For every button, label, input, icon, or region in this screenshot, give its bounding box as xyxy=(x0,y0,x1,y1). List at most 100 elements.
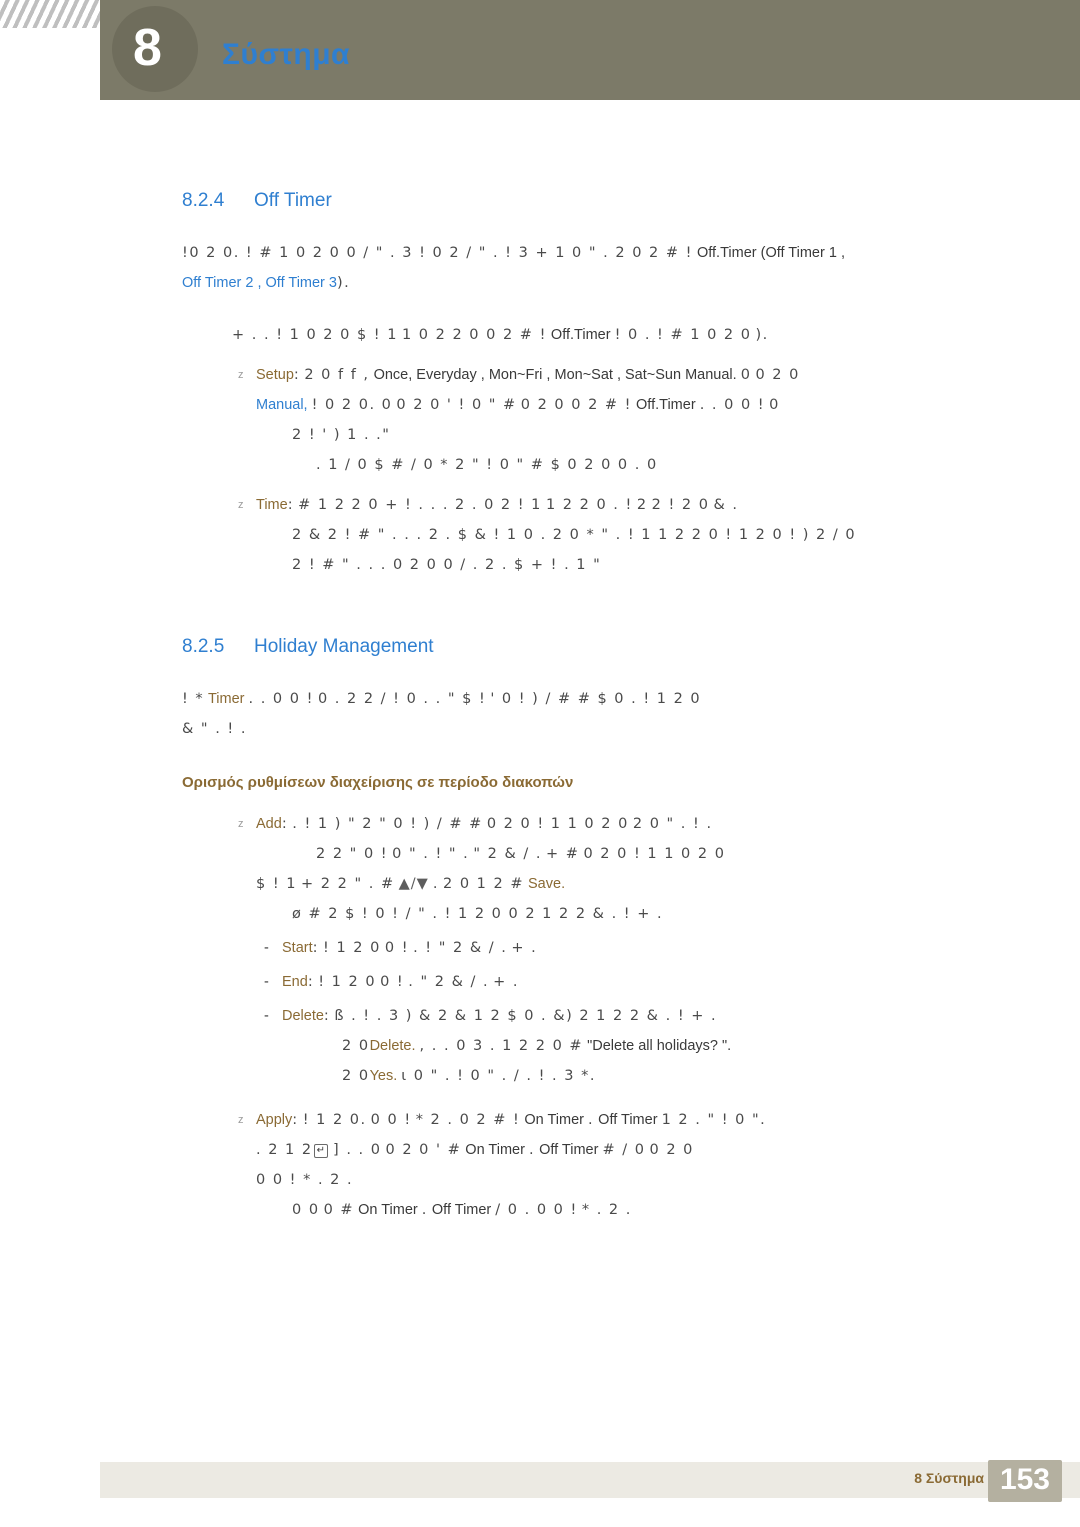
time-glyphs-d: 2 ! 2 0 xyxy=(651,497,710,513)
delete-keyword: Delete. xyxy=(369,1038,416,1054)
start-c: . ! " 2 & / . xyxy=(413,940,508,956)
setup-glyphs-a: 2 0 f f , xyxy=(304,367,370,383)
bullet-setup: z Setup: 2 0 f f , Once, Everyday , Mon~… xyxy=(232,360,1022,480)
apply-line1-a: ! 1 2 0. xyxy=(302,1112,367,1128)
start-d: + . xyxy=(511,940,538,956)
time-colon: : xyxy=(287,497,295,513)
apply-line1-b: 0 0 ! xyxy=(370,1112,412,1128)
apply-line4-d: / 0 . 0 0 ! xyxy=(495,1202,578,1218)
apply-off-timer-keyword-2: Off Timer xyxy=(539,1142,599,1158)
header-hatch-decoration xyxy=(0,0,100,28)
time-glyphs-c: 2 xyxy=(636,497,648,513)
apply-label: Apply xyxy=(256,1112,293,1128)
off-timer-para2-glyphs-1: + . . ! 1 0 2 0 $ ! 1 xyxy=(232,327,398,343)
dash-marker-icon: - xyxy=(264,1008,269,1024)
setup-glyphs-c: 0 xyxy=(740,367,752,383)
apply-line4-a: 0 0 xyxy=(292,1202,320,1218)
apply-line2-e: # / 0 xyxy=(602,1142,646,1158)
delete-line3-a: 2 0 xyxy=(342,1068,370,1084)
subitem-end: - End: ! 1 2 0 0 ! . " 2 & / . + . xyxy=(256,967,1022,997)
arrow-updown-icon: ▲/▼ xyxy=(398,876,429,892)
add-colon: : xyxy=(281,816,289,832)
off-timer-keyword-1: Off.Timer xyxy=(696,245,757,261)
time-glyphs-a: # 1 2 2 0 + ! . . . 2 . 0 2 ! 1 xyxy=(298,497,542,513)
holiday-intro: ! * Timer . . 0 0 ! 0 . 2 2 / ! 0 . . " … xyxy=(182,684,1002,744)
add-line3-c: . xyxy=(432,876,439,892)
add-line4: ø # 2 $ ! 0 ! / " . ! 1 2 0 0 2 1 2 2 & … xyxy=(292,906,664,922)
off-timer-intro-glyphs-1: !0 2 0. ! # 1 0 2 0 0 / " . 3 ! 0 2 / " … xyxy=(182,245,693,261)
add-line3-a: $ ! 1 xyxy=(256,876,297,892)
delete-line2-a: 2 0 xyxy=(342,1038,370,1054)
bullet-add-body: Add: . ! 1 ) " 2 " 0 ! ) / # # 0 2 0 ! 1… xyxy=(256,809,1022,1091)
holiday-intro-c: 0 . 2 2 / ! 0 . . " $ ! xyxy=(317,691,487,707)
end-c: . " 2 & / . xyxy=(408,974,490,990)
page-header: 8 Σύστημα xyxy=(0,0,1080,102)
apply-line4-c: . xyxy=(421,1202,428,1218)
apply-line2-b: ] . . 0 xyxy=(333,1142,382,1158)
setup-line2-a: ! 0 2 0. 0 xyxy=(311,397,393,413)
setup-colon: : xyxy=(293,367,301,383)
footer-page-wrap: 153 xyxy=(960,1460,1080,1506)
apply-on-timer-keyword-3: On Timer xyxy=(358,1202,418,1218)
end-colon: : xyxy=(307,974,315,990)
subitem-end-body: End: ! 1 2 0 0 ! . " 2 & / . + . xyxy=(282,967,519,997)
setup-line3: 2 ! ' ) 1 . ." xyxy=(292,427,391,443)
bullet-apply: z Apply: ! 1 2 0. 0 0 ! * 2 . 0 2 # ! On… xyxy=(232,1105,1022,1225)
add-line1-c: 2 0 " . ! . xyxy=(632,816,713,832)
apply-line2-a: . 2 1 2 xyxy=(256,1142,313,1158)
delete-confirm-message: "Delete all holidays? ". xyxy=(587,1038,732,1054)
apply-on-timer-keyword: On Timer xyxy=(524,1112,584,1128)
apply-off-timer-keyword: Off Timer xyxy=(598,1112,658,1128)
add-line2-a: 2 2 " 0 ! xyxy=(316,846,389,862)
apply-colon: : xyxy=(292,1112,299,1128)
time-line2: 2 & 2 ! # " . . . 2 . $ & ! 1 0 . 2 0 * … xyxy=(292,527,857,543)
bullet-marker-icon: z xyxy=(238,499,244,511)
subitem-delete: - Delete: ß . ! . 3 ) & 2 & 1 2 $ 0 . &)… xyxy=(256,1001,1022,1091)
apply-line1-e: 1 2 . " ! 0 ". xyxy=(661,1112,767,1128)
bullet-time-body: Time: # 1 2 2 0 + ! . . . 2 . 0 2 ! 1 1 … xyxy=(256,490,1022,580)
holiday-subheading: Ορισμός ρυθμίσεων διαχείρισης σε περίοδο… xyxy=(182,774,574,791)
setup-line4: . 1 / 0 $ # / 0 * 2 " ! 0 " # $ 0 2 0 0 … xyxy=(316,457,658,473)
start-label: Start xyxy=(282,940,313,956)
bullet-add: z Add: . ! 1 ) " 2 " 0 ! ) / # # 0 2 0 !… xyxy=(232,809,1022,1091)
start-b: 0 ! xyxy=(384,940,410,956)
apply-line1-c: * 2 . 0 2 # ! xyxy=(415,1112,521,1128)
yes-keyword: Yes. xyxy=(369,1068,398,1084)
chapter-number: 8 xyxy=(133,19,162,77)
end-b: 0 ! xyxy=(380,974,405,990)
footer-page-number: 153 xyxy=(987,1460,1062,1502)
delete-label: Delete xyxy=(282,1008,324,1024)
off-timer-keyword-3: Off Timer 2 , Off Timer 3 xyxy=(182,275,337,291)
setup-manual-keyword: Manual, xyxy=(256,397,308,413)
add-line2-e: 0 2 0 ! 1 1 0 2 0 xyxy=(583,846,726,862)
dash-marker-icon: - xyxy=(264,974,269,990)
off-timer-para2-glyphs-4: ). xyxy=(755,327,769,343)
section-number: 8.2.4 xyxy=(182,190,225,211)
holiday-intro-d: ' 0 ! ) / # # $ 0 . ! 1 2 0 xyxy=(490,691,702,707)
setup-line2-d: . . 0 0 ! xyxy=(699,397,766,413)
setup-line2-keyword: Off.Timer xyxy=(636,397,696,413)
add-line2-b: 0 " . ! " . xyxy=(392,846,470,862)
time-label: Time xyxy=(256,497,288,513)
delete-line2-b: , . . 0 3 . 1 2 2 0 # xyxy=(419,1038,584,1054)
add-line3-d: 2 0 1 2 # xyxy=(442,876,524,892)
delete-a: ß . ! . 3 ) & 2 & 1 2 $ 0 . &) 2 1 2 2 &… xyxy=(334,1008,718,1024)
section-heading-holiday-management: 8.2.5 Holiday Management xyxy=(182,636,1080,658)
holiday-intro-a: ! * xyxy=(182,691,205,707)
subitem-start: - Start: ! 1 2 0 0 ! . ! " 2 & / . + . xyxy=(256,933,1022,963)
apply-off-timer-keyword-3: Off Timer xyxy=(431,1202,492,1218)
bullet-marker-icon: z xyxy=(238,818,244,830)
setup-glyphs-d: 0 2 0 xyxy=(755,367,800,383)
bullet-marker-icon: z xyxy=(238,1114,244,1126)
setup-label: Setup xyxy=(256,367,294,383)
apply-line3: 0 0 ! * . 2 . xyxy=(256,1172,354,1188)
page-title: Σύστημα xyxy=(222,38,350,71)
subitem-start-body: Start: ! 1 2 0 0 ! . ! " 2 & / . + . xyxy=(282,933,537,963)
off-timer-keyword-2: (Off Timer 1 , xyxy=(760,245,845,261)
end-d: + . xyxy=(493,974,520,990)
add-line1-a: . ! 1 ) " 2 " 0 ! ) / # # xyxy=(292,816,483,832)
setup-options: Once, Everyday , Mon~Fri , Mon~Sat , Sat… xyxy=(373,367,682,383)
add-save-keyword: Save. xyxy=(528,876,566,892)
holiday-intro-e: & " . ! . xyxy=(182,721,247,737)
section-title: Holiday Management xyxy=(254,636,434,657)
